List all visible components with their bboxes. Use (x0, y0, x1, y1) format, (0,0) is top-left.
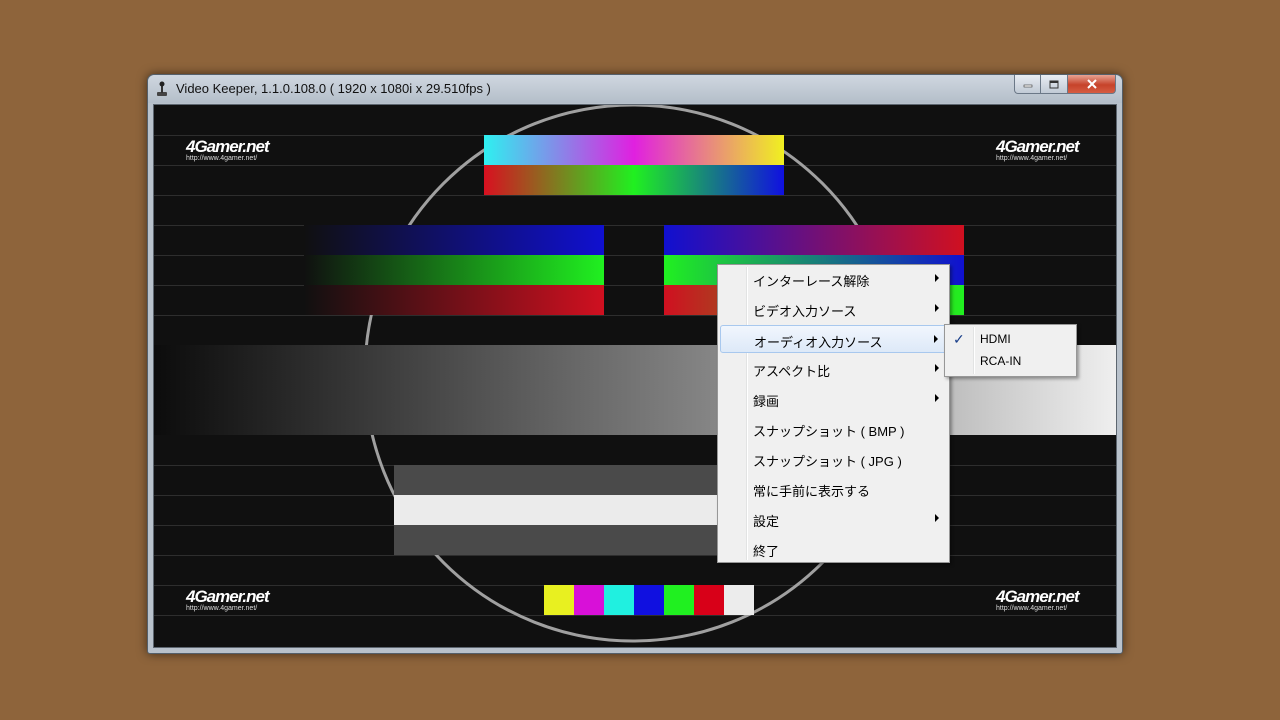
white-block (394, 495, 724, 525)
watermark-url: http://www.4gamer.net/ (186, 605, 258, 612)
swatch-red (694, 585, 724, 615)
red-ramp (304, 285, 604, 315)
watermark-top-right: 4Gamer.net http://www.4gamer.net/ (996, 137, 1080, 163)
menu-item-video-source[interactable]: ビデオ入力ソース (720, 295, 947, 323)
menu-item-label: インターレース解除 (753, 274, 870, 289)
close-icon (1086, 79, 1097, 89)
green-ramp (304, 255, 604, 285)
caption-buttons (1014, 75, 1116, 94)
menu-item-settings[interactable]: 設定 (720, 505, 947, 533)
submenu-item-label: RCA-IN (980, 354, 1022, 368)
submenu-arrow-icon (935, 514, 939, 522)
menu-item-label: スナップショット ( JPG ) (753, 454, 902, 469)
watermark-url: http://www.4gamer.net/ (186, 155, 258, 162)
watermark-url: http://www.4gamer.net/ (996, 155, 1068, 162)
menu-item-always-on-top[interactable]: 常に手前に表示する (720, 475, 947, 503)
hue-bar-bottom (484, 165, 784, 195)
watermark-bottom-left: 4Gamer.net http://www.4gamer.net/ (186, 587, 270, 613)
menu-item-label: スナップショット ( BMP ) (753, 424, 905, 439)
minimize-icon (1023, 84, 1032, 88)
checkmark-icon: ✓ (953, 331, 965, 347)
swatch-green (664, 585, 694, 615)
maximize-icon (1049, 80, 1059, 88)
watermark-title: 4Gamer.net (186, 137, 270, 156)
submenu-arrow-icon (935, 394, 939, 402)
blue-red-ramp (664, 225, 964, 255)
maximize-button[interactable] (1041, 75, 1068, 94)
menu-item-label: 常に手前に表示する (753, 484, 871, 499)
menu-item-label: 録画 (753, 394, 780, 409)
menu-item-snapshot-bmp[interactable]: スナップショット ( BMP ) (720, 415, 947, 443)
submenu-arrow-icon (935, 364, 939, 372)
menu-item-label: ビデオ入力ソース (753, 304, 857, 319)
menu-item-label: アスペクト比 (753, 364, 831, 379)
minimize-button[interactable] (1014, 75, 1041, 94)
app-joystick-icon (157, 81, 167, 96)
menu-item-label: 終了 (753, 544, 780, 559)
audio-source-submenu: ✓ HDMI RCA-IN (944, 324, 1077, 377)
menu-item-label: 設定 (753, 514, 780, 529)
watermark-top-left: 4Gamer.net http://www.4gamer.net/ (186, 137, 270, 163)
menu-item-snapshot-jpg[interactable]: スナップショット ( JPG ) (720, 445, 947, 473)
swatch-cyan (604, 585, 634, 615)
title-bar[interactable]: Video Keeper, 1.1.0.108.0 ( 1920 x 1080i… (148, 75, 1122, 103)
hue-bar-top (484, 135, 784, 165)
submenu-arrow-icon (935, 304, 939, 312)
submenu-arrow-icon (935, 274, 939, 282)
submenu-item-label: HDMI (980, 332, 1011, 346)
blue-ramp (304, 225, 604, 255)
menu-item-deinterlace[interactable]: インターレース解除 (720, 265, 947, 293)
gray-block-bottom (394, 525, 724, 555)
watermark-title: 4Gamer.net (996, 137, 1080, 156)
close-button[interactable] (1068, 75, 1116, 94)
submenu-item-hdmi[interactable]: ✓ HDMI (947, 328, 1074, 350)
menu-item-exit[interactable]: 終了 (720, 535, 947, 563)
swatch-blue (634, 585, 664, 615)
menu-item-audio-source[interactable]: オーディオ入力ソース (720, 325, 947, 353)
swatch-yellow (544, 585, 574, 615)
swatch-magenta (574, 585, 604, 615)
submenu-arrow-icon (934, 335, 938, 343)
watermark-bottom-right: 4Gamer.net http://www.4gamer.net/ (996, 587, 1080, 613)
window-title: Video Keeper, 1.1.0.108.0 ( 1920 x 1080i… (176, 81, 491, 96)
menu-item-label: オーディオ入力ソース (754, 335, 883, 350)
context-menu: インターレース解除 ビデオ入力ソース オーディオ入力ソース アスペクト比 録画 … (717, 264, 950, 563)
swatch-white (724, 585, 754, 615)
submenu-item-rca-in[interactable]: RCA-IN (947, 350, 1074, 372)
watermark-title: 4Gamer.net (186, 587, 270, 606)
watermark-title: 4Gamer.net (996, 587, 1080, 606)
menu-item-aspect-ratio[interactable]: アスペクト比 (720, 355, 947, 383)
watermark-url: http://www.4gamer.net/ (996, 605, 1068, 612)
menu-item-record[interactable]: 録画 (720, 385, 947, 413)
gray-block-top (394, 465, 724, 495)
